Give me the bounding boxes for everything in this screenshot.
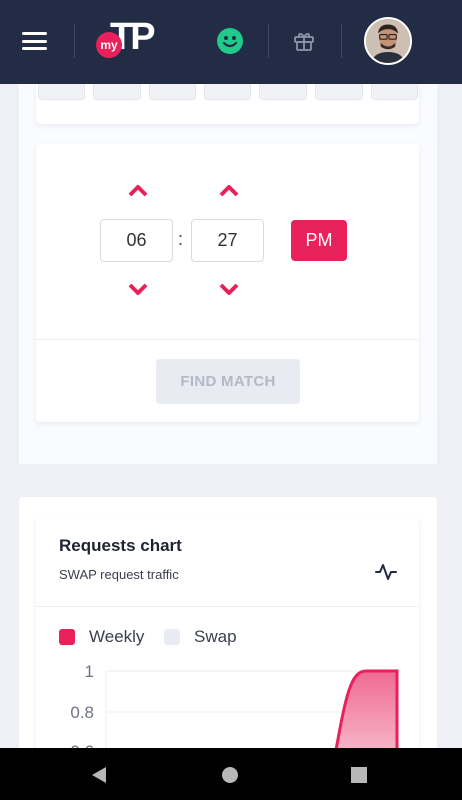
legend-swatch-weekly: [59, 629, 75, 645]
legend-label-swap: Swap: [194, 627, 237, 646]
day-cell[interactable]: [93, 84, 141, 100]
y-tick-label: 1: [85, 662, 94, 681]
minute-down-icon[interactable]: [218, 281, 240, 297]
day-cell[interactable]: [149, 84, 196, 100]
app-logo[interactable]: my TP: [96, 16, 160, 60]
day-cell[interactable]: [259, 84, 307, 100]
chart-subtitle: SWAP request traffic: [59, 567, 179, 582]
requests-chart: 1 0.8 0.6: [70, 662, 399, 750]
chart-header-divider: [36, 606, 419, 607]
day-cell[interactable]: [204, 84, 251, 100]
header-divider: [74, 24, 75, 58]
back-icon[interactable]: [90, 766, 108, 784]
minute-input[interactable]: 27: [191, 219, 264, 262]
logo-badge: my: [96, 32, 122, 58]
activity-icon[interactable]: [375, 562, 397, 582]
legend-weekly[interactable]: Weekly: [59, 627, 144, 647]
user-avatar[interactable]: [364, 17, 412, 65]
system-nav-bar: [0, 748, 462, 800]
gift-icon[interactable]: [292, 29, 316, 53]
y-tick-label: 0.8: [70, 703, 94, 722]
app-header: my TP: [0, 0, 462, 84]
header-divider: [268, 24, 269, 58]
chart-title: Requests chart: [59, 536, 182, 555]
hamburger-icon[interactable]: [22, 32, 47, 50]
smiley-icon[interactable]: [216, 27, 244, 55]
day-cell[interactable]: [38, 84, 85, 100]
find-match-button[interactable]: FIND MATCH: [156, 359, 300, 404]
legend-swatch-swap: [164, 629, 180, 645]
hour-up-icon[interactable]: [127, 183, 149, 199]
hour-down-icon[interactable]: [127, 281, 149, 297]
day-cell[interactable]: [371, 84, 418, 100]
legend-label-weekly: Weekly: [89, 627, 145, 646]
day-cell[interactable]: [315, 84, 363, 100]
card-divider: [36, 339, 419, 340]
meridiem-toggle-button[interactable]: PM: [291, 220, 347, 261]
hour-input[interactable]: 06: [100, 219, 173, 262]
time-separator: :: [178, 229, 184, 249]
legend-swap[interactable]: Swap: [164, 627, 237, 647]
home-icon[interactable]: [221, 766, 239, 784]
recents-icon[interactable]: [351, 767, 367, 783]
header-divider: [341, 24, 342, 58]
minute-up-icon[interactable]: [218, 183, 240, 199]
